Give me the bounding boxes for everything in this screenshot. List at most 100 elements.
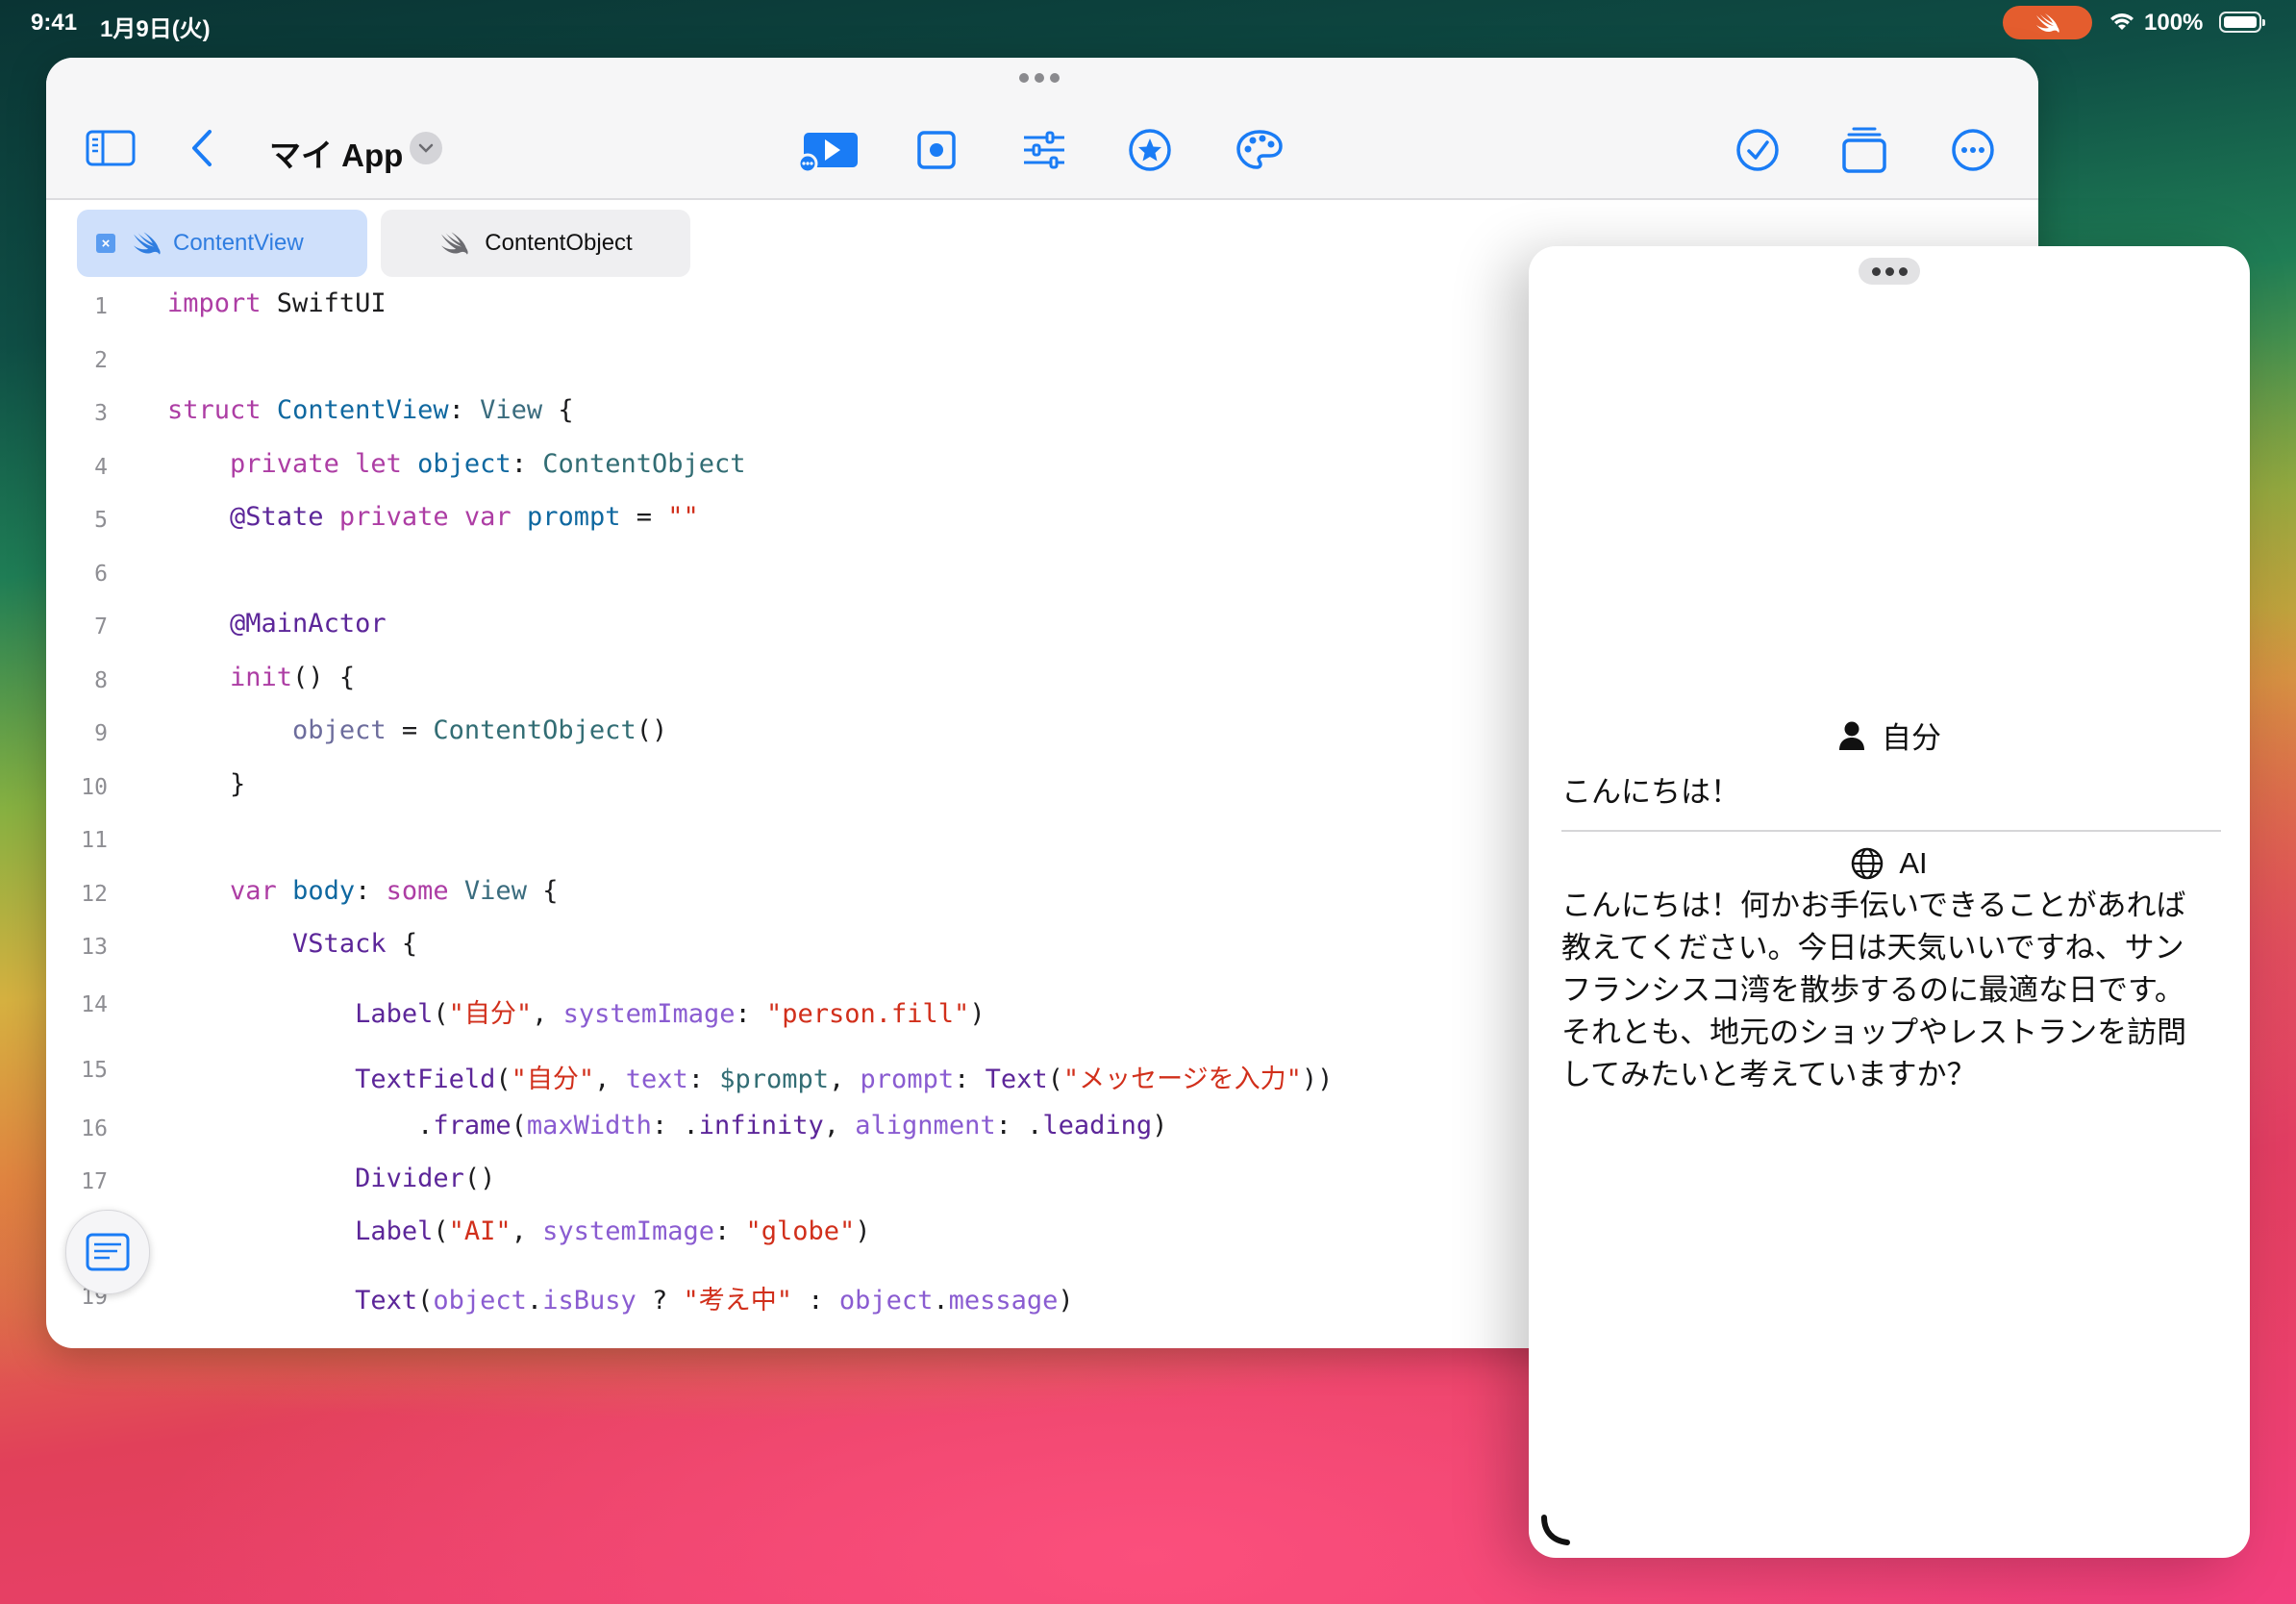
tab-contentobject[interactable]: ContentObject [381, 210, 690, 277]
code-line[interactable]: 5 @State private var prompt = "" [46, 502, 1681, 544]
code-line[interactable]: 3 struct ContentView: View { [46, 395, 1681, 438]
line-number: 15 [81, 1058, 108, 1083]
preview-window[interactable]: 自分 こんにちは！ AI こんにちは！何かお手伝いできることがあれば 教えてくだ… [1529, 246, 2250, 1558]
code-token: object [433, 1286, 527, 1316]
code-token: struct [167, 395, 262, 425]
user-message[interactable]: こんにちは！ [1561, 771, 2215, 814]
status-time: 9:41 [31, 10, 78, 36]
code-line[interactable]: 12 var body: some View { [46, 876, 1681, 918]
ai-message-line: フランシスコ湾を散歩するのに最適な日です。 [1561, 973, 2184, 1007]
code-token: prompt [860, 1065, 955, 1094]
appearance-button[interactable] [1235, 127, 1285, 173]
resize-handle-icon[interactable] [1538, 1514, 1573, 1548]
library-button[interactable] [1840, 125, 1888, 175]
code-token: prompt [526, 502, 621, 532]
code-token: : [448, 395, 481, 425]
code-token: { [542, 395, 574, 425]
code-text: Text(object.isBusy ? "考え中" : object.mess… [167, 1279, 1074, 1316]
code-line[interactable]: 14 Label("自分", systemImage: "person.fill… [46, 992, 1681, 1035]
swift-activity-pill[interactable] [2003, 6, 2092, 39]
code-line[interactable]: 10 } [46, 769, 1681, 812]
code-line[interactable]: 2 [46, 342, 1681, 385]
code-text: Label("自分", systemImage: "person.fill") [167, 992, 986, 1030]
code-token: , [532, 999, 563, 1029]
code-line[interactable]: 7 @MainActor [46, 609, 1681, 651]
code-token: object [838, 1286, 934, 1316]
code-token: () [463, 1164, 496, 1193]
chevron-down-icon [418, 143, 434, 153]
code-token: init [230, 663, 293, 692]
code-token: { [526, 876, 559, 906]
wifi-icon [2110, 13, 2134, 30]
code-line[interactable]: 13 VStack { [46, 929, 1681, 971]
user-label-text: 自分 [1882, 721, 1941, 755]
code-token: private [338, 502, 449, 532]
code-token: ( [433, 999, 449, 1029]
title-menu-button[interactable] [410, 132, 442, 164]
settings-button[interactable] [1021, 129, 1067, 171]
user-label: 自分 [1529, 714, 2250, 757]
tab-contentview[interactable]: × ContentView [77, 210, 367, 277]
code-text: Label("AI", systemImage: "globe") [167, 1216, 870, 1246]
code-text: VStack { [167, 929, 417, 959]
ai-message: こんにちは！何かお手伝いできることがあれば 教えてください。今日は天気いいですね… [1561, 885, 2215, 1096]
record-button[interactable] [915, 129, 958, 171]
code-token: : [687, 1065, 720, 1094]
code-text: var body: some View { [167, 876, 558, 906]
code-token: = [620, 502, 668, 532]
code-token: maxWidth [526, 1111, 652, 1140]
code-text: struct ContentView: View { [167, 395, 574, 425]
favorites-button[interactable] [1127, 127, 1173, 173]
code-token: isBusy [542, 1286, 636, 1316]
code-token: systemImage [562, 999, 736, 1029]
code-line[interactable]: 18 Label("AI", systemImage: "globe") [46, 1216, 1681, 1259]
checkmark-icon [1736, 129, 1779, 171]
code-token: Label [355, 999, 434, 1029]
code-token: object [292, 715, 387, 745]
code-line[interactable]: 9 object = ContentObject() [46, 715, 1681, 758]
code-line[interactable]: 6 [46, 556, 1681, 598]
code-token: Text [355, 1286, 418, 1316]
code-token: ( [1047, 1065, 1063, 1094]
code-token: SwiftUI [261, 288, 387, 318]
code-token: message [948, 1286, 1059, 1316]
code-line[interactable]: 11 [46, 822, 1681, 865]
code-token: : [792, 1286, 839, 1316]
code-token: { [386, 929, 418, 959]
code-token: leading [1042, 1111, 1153, 1140]
code-token: "自分" [448, 999, 533, 1029]
validate-button[interactable] [1734, 127, 1781, 173]
code-token: () [636, 715, 668, 745]
code-token: alignment [855, 1111, 996, 1140]
window-grabber[interactable] [1019, 73, 1060, 83]
code-line[interactable]: 17 Divider() [46, 1164, 1681, 1206]
inspector-button[interactable] [65, 1210, 150, 1294]
more-button[interactable] [1950, 127, 1996, 173]
line-number: 2 [94, 348, 108, 373]
code-token: ContentObject [542, 449, 746, 479]
swift-file-icon [441, 232, 468, 255]
window-grabber[interactable] [1859, 258, 1920, 285]
code-token: ) [1152, 1111, 1168, 1140]
code-line[interactable]: 8 init() { [46, 663, 1681, 705]
close-tab-icon[interactable]: × [96, 234, 115, 253]
status-bar: 9:41 1月9日(火) 100% [0, 0, 2296, 46]
ai-label-text: AI [1899, 846, 1928, 880]
run-app-button[interactable] [794, 127, 863, 173]
code-token: TextField [355, 1065, 496, 1094]
code-line[interactable]: 16 .frame(maxWidth: .infinity, alignment… [46, 1111, 1681, 1153]
code-line[interactable]: 1 import SwiftUI [46, 288, 1681, 331]
back-button[interactable] [188, 127, 217, 169]
code-line[interactable]: 15 TextField("自分", text: $prompt, prompt… [46, 1058, 1681, 1100]
code-line[interactable]: 4 private let object: ContentObject [46, 449, 1681, 491]
palette-icon [1236, 130, 1283, 169]
app-title[interactable]: マイ App [269, 130, 403, 176]
sidebar-toggle-button[interactable] [85, 129, 137, 167]
code-token: ContentView [276, 395, 449, 425]
code-token: : . [995, 1111, 1043, 1140]
code-line[interactable]: 19 Text(object.isBusy ? "考え中" : object.m… [46, 1279, 1681, 1321]
